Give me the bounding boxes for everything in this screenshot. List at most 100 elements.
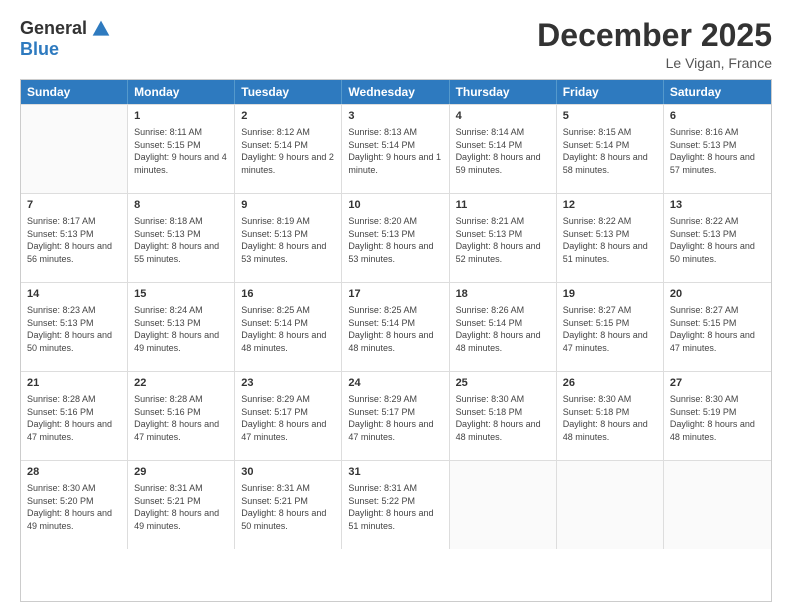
cell-info: Sunrise: 8:31 AMSunset: 5:21 PMDaylight:…	[241, 482, 335, 532]
day-number: 4	[456, 109, 550, 124]
calendar-cell: 19Sunrise: 8:27 AMSunset: 5:15 PMDayligh…	[557, 283, 664, 371]
calendar-cell: 3Sunrise: 8:13 AMSunset: 5:14 PMDaylight…	[342, 105, 449, 193]
cell-info: Sunrise: 8:14 AMSunset: 5:14 PMDaylight:…	[456, 126, 550, 176]
day-number: 16	[241, 287, 335, 302]
day-number: 6	[670, 109, 765, 124]
calendar-row: 14 Sunrise: 8:23 AMSunset: 5:13 PMDayligh…	[21, 282, 771, 371]
day-number: 11	[456, 198, 550, 213]
cell-info: Sunrise: 8:30 AMSunset: 5:18 PMDaylight:…	[456, 393, 550, 443]
calendar-cell: 6Sunrise: 8:16 AMSunset: 5:13 PMDaylight…	[664, 105, 771, 193]
page: General Blue December 2025 Le Vigan, Fra…	[0, 0, 792, 612]
day-number: 2	[241, 109, 335, 124]
day-number: 26	[563, 376, 657, 391]
day-number: 22	[134, 376, 228, 391]
day-number: 25	[456, 376, 550, 391]
calendar-cell: 25 Sunrise: 8:30 AMSunset: 5:18 PMDayligh…	[450, 372, 557, 460]
day-number: 12	[563, 198, 657, 213]
header: General Blue December 2025 Le Vigan, Fra…	[20, 18, 772, 71]
calendar-cell: 12 Sunrise: 8:22 AMSunset: 5:13 PMDayligh…	[557, 194, 664, 282]
calendar-cell: 5 Sunrise: 8:15 AMSunset: 5:14 PMDaylight…	[557, 105, 664, 193]
day-number: 20	[670, 287, 765, 302]
calendar-cell: 15 Sunrise: 8:24 AMSunset: 5:13 PMDayligh…	[128, 283, 235, 371]
calendar-header: SundayMondayTuesdayWednesdayThursdayFrid…	[21, 80, 771, 104]
calendar-cell: 16 Sunrise: 8:25 AMSunset: 5:14 PMDayligh…	[235, 283, 342, 371]
day-number: 24	[348, 376, 442, 391]
calendar-cell: 21 Sunrise: 8:28 AMSunset: 5:16 PMDayligh…	[21, 372, 128, 460]
cell-info: Sunrise: 8:21 AMSunset: 5:13 PMDaylight:…	[456, 215, 550, 265]
calendar-cell: 24 Sunrise: 8:29 AMSunset: 5:17 PMDayligh…	[342, 372, 449, 460]
calendar-cell: 2 Sunrise: 8:12 AMSunset: 5:14 PMDaylight…	[235, 105, 342, 193]
calendar-cell: 11 Sunrise: 8:21 AMSunset: 5:13 PMDayligh…	[450, 194, 557, 282]
month-title: December 2025	[537, 18, 772, 53]
cell-info: Sunrise: 8:19 AMSunset: 5:13 PMDaylight:…	[241, 215, 335, 265]
cell-info: Sunrise: 8:11 AMSunset: 5:15 PMDaylight:…	[134, 126, 228, 176]
calendar-cell: 4 Sunrise: 8:14 AMSunset: 5:14 PMDaylight…	[450, 105, 557, 193]
day-number: 5	[563, 109, 657, 124]
day-number: 30	[241, 465, 335, 480]
day-number: 8	[134, 198, 228, 213]
cell-info: Sunrise: 8:30 AMSunset: 5:20 PMDaylight:…	[27, 482, 121, 532]
calendar-cell: 13 Sunrise: 8:22 AMSunset: 5:13 PMDayligh…	[664, 194, 771, 282]
day-number: 29	[134, 465, 228, 480]
calendar-cell: 31Sunrise: 8:31 AMSunset: 5:22 PMDayligh…	[342, 461, 449, 549]
cell-info: Sunrise: 8:30 AMSunset: 5:18 PMDaylight:…	[563, 393, 657, 443]
cell-info: Sunrise: 8:28 AMSunset: 5:16 PMDaylight:…	[27, 393, 121, 443]
cell-info: Sunrise: 8:12 AMSunset: 5:14 PMDaylight:…	[241, 126, 335, 176]
day-number: 3	[348, 109, 442, 124]
day-number: 17	[348, 287, 442, 302]
cell-info: Sunrise: 8:20 AMSunset: 5:13 PMDaylight:…	[348, 215, 442, 265]
cell-info: Sunrise: 8:26 AMSunset: 5:14 PMDaylight:…	[456, 304, 550, 354]
calendar-cell: 28 Sunrise: 8:30 AMSunset: 5:20 PMDayligh…	[21, 461, 128, 549]
cell-info: Sunrise: 8:25 AMSunset: 5:14 PMDaylight:…	[241, 304, 335, 354]
calendar-cell: 1Sunrise: 8:11 AMSunset: 5:15 PMDaylight…	[128, 105, 235, 193]
calendar-cell: 26 Sunrise: 8:30 AMSunset: 5:18 PMDayligh…	[557, 372, 664, 460]
calendar-cell: 20 Sunrise: 8:27 AMSunset: 5:15 PMDayligh…	[664, 283, 771, 371]
calendar-cell: 30 Sunrise: 8:31 AMSunset: 5:21 PMDayligh…	[235, 461, 342, 549]
cell-info: Sunrise: 8:30 AMSunset: 5:19 PMDaylight:…	[670, 393, 765, 443]
calendar-cell	[557, 461, 664, 549]
calendar-row: 28 Sunrise: 8:30 AMSunset: 5:20 PMDayligh…	[21, 460, 771, 549]
cell-info: Sunrise: 8:15 AMSunset: 5:14 PMDaylight:…	[563, 126, 657, 176]
weekday-header: Wednesday	[342, 80, 449, 104]
cell-info: Sunrise: 8:27 AMSunset: 5:15 PMDaylight:…	[670, 304, 765, 354]
calendar-cell: 17 Sunrise: 8:25 AMSunset: 5:14 PMDayligh…	[342, 283, 449, 371]
weekday-header: Friday	[557, 80, 664, 104]
calendar-cell: 10 Sunrise: 8:20 AMSunset: 5:13 PMDayligh…	[342, 194, 449, 282]
day-number: 18	[456, 287, 550, 302]
cell-info: Sunrise: 8:31 AMSunset: 5:22 PMDaylight:…	[348, 482, 442, 532]
weekday-header: Tuesday	[235, 80, 342, 104]
day-number: 15	[134, 287, 228, 302]
day-number: 27	[670, 376, 765, 391]
day-number: 14	[27, 287, 121, 302]
calendar-cell: 27 Sunrise: 8:30 AMSunset: 5:19 PMDayligh…	[664, 372, 771, 460]
day-number: 10	[348, 198, 442, 213]
day-number: 28	[27, 465, 121, 480]
location: Le Vigan, France	[537, 55, 772, 71]
cell-info: Sunrise: 8:25 AMSunset: 5:14 PMDaylight:…	[348, 304, 442, 354]
cell-info: Sunrise: 8:31 AMSunset: 5:21 PMDaylight:…	[134, 482, 228, 532]
cell-info: Sunrise: 8:23 AMSunset: 5:13 PMDaylight:…	[27, 304, 121, 354]
calendar-cell: 29 Sunrise: 8:31 AMSunset: 5:21 PMDayligh…	[128, 461, 235, 549]
cell-info: Sunrise: 8:28 AMSunset: 5:16 PMDaylight:…	[134, 393, 228, 443]
calendar-cell: 8Sunrise: 8:18 AMSunset: 5:13 PMDaylight…	[128, 194, 235, 282]
calendar-cell	[450, 461, 557, 549]
weekday-header: Saturday	[664, 80, 771, 104]
day-number: 21	[27, 376, 121, 391]
calendar-cell	[21, 105, 128, 193]
cell-info: Sunrise: 8:22 AMSunset: 5:13 PMDaylight:…	[563, 215, 657, 265]
cell-info: Sunrise: 8:27 AMSunset: 5:15 PMDaylight:…	[563, 304, 657, 354]
cell-info: Sunrise: 8:29 AMSunset: 5:17 PMDaylight:…	[241, 393, 335, 443]
logo-icon	[91, 19, 111, 39]
logo-blue: Blue	[20, 39, 59, 60]
day-number: 13	[670, 198, 765, 213]
calendar-cell: 23Sunrise: 8:29 AMSunset: 5:17 PMDayligh…	[235, 372, 342, 460]
logo-general: General	[20, 18, 87, 39]
calendar-cell: 9Sunrise: 8:19 AMSunset: 5:13 PMDaylight…	[235, 194, 342, 282]
cell-info: Sunrise: 8:22 AMSunset: 5:13 PMDaylight:…	[670, 215, 765, 265]
calendar-row: 21 Sunrise: 8:28 AMSunset: 5:16 PMDayligh…	[21, 371, 771, 460]
calendar-cell: 22 Sunrise: 8:28 AMSunset: 5:16 PMDayligh…	[128, 372, 235, 460]
header-right: December 2025 Le Vigan, France	[537, 18, 772, 71]
cell-info: Sunrise: 8:17 AMSunset: 5:13 PMDaylight:…	[27, 215, 121, 265]
cell-info: Sunrise: 8:29 AMSunset: 5:17 PMDaylight:…	[348, 393, 442, 443]
cell-info: Sunrise: 8:24 AMSunset: 5:13 PMDaylight:…	[134, 304, 228, 354]
